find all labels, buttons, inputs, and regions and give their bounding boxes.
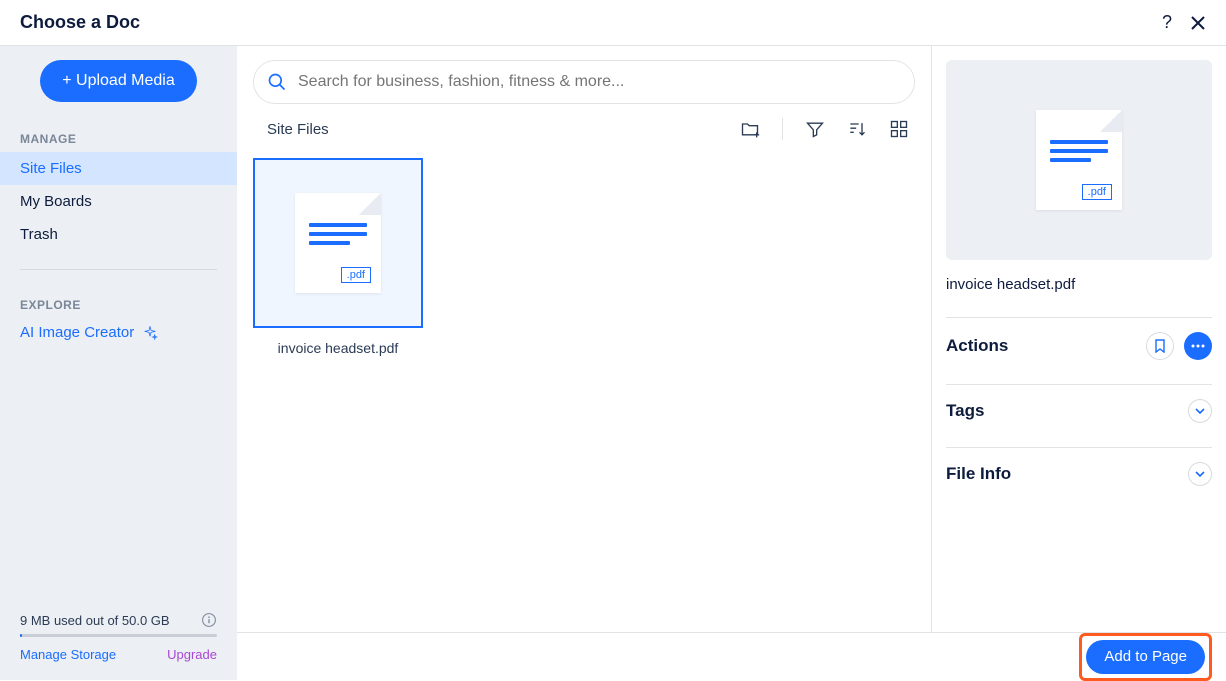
footer: Add to Page [237,632,1226,680]
fileinfo-expand-button[interactable] [1188,462,1212,486]
bookmark-icon [1154,339,1166,353]
sparkle-icon [142,325,158,341]
add-to-page-highlight: Add to Page [1079,633,1212,681]
chevron-down-icon [1195,471,1205,477]
fileinfo-section-title: File Info [946,464,1011,484]
toolbar-title: Site Files [267,121,329,138]
chevron-down-icon [1195,408,1205,414]
file-preview: .pdf [946,60,1212,260]
sidebar-divider [20,269,217,270]
close-icon[interactable] [1190,15,1206,31]
search-icon [267,72,287,92]
file-thumbnail[interactable]: .pdf [253,158,423,328]
more-actions-button[interactable] [1184,332,1212,360]
file-ext-badge: .pdf [1082,184,1112,200]
sidebar-item-site-files[interactable]: Site Files [0,152,237,185]
bookmark-button[interactable] [1146,332,1174,360]
pdf-document-icon: .pdf [1036,110,1122,210]
sidebar: + Upload Media MANAGE Site Files My Boar… [0,46,237,680]
grid-view-icon[interactable] [889,119,909,139]
file-tile[interactable]: .pdf invoice headset.pdf [253,158,423,356]
storage-section: 9 MB used out of 50.0 GB Manage Storage … [0,598,237,680]
ai-image-creator-link[interactable]: AI Image Creator [0,318,237,347]
add-folder-icon[interactable] [740,119,760,139]
actions-section-title: Actions [946,336,1008,356]
filter-icon[interactable] [805,119,825,139]
file-ext-badge: .pdf [341,267,371,283]
explore-section-label: EXPLORE [0,288,237,318]
manage-section-label: MANAGE [0,122,237,152]
dialog-title: Choose a Doc [20,12,140,33]
help-icon[interactable]: ? [1162,12,1172,33]
file-name-label: invoice headset.pdf [253,340,423,356]
upload-media-button[interactable]: + Upload Media [40,60,197,102]
tags-section-title: Tags [946,401,984,421]
pdf-document-icon: .pdf [295,193,381,293]
sort-icon[interactable] [847,119,867,139]
manage-storage-link[interactable]: Manage Storage [20,647,116,662]
search-input[interactable] [253,60,915,104]
sidebar-item-trash[interactable]: Trash [0,218,237,251]
tags-expand-button[interactable] [1188,399,1212,423]
info-icon[interactable] [201,612,217,628]
center-pane: Site Files .pdf invoice headset.pdf [237,46,932,680]
more-icon [1191,344,1205,348]
add-to-page-button[interactable]: Add to Page [1086,640,1205,674]
preview-filename: invoice headset.pdf [946,276,1212,293]
upgrade-link[interactable]: Upgrade [167,647,217,662]
details-pane: .pdf invoice headset.pdf Actions Tags [932,46,1226,680]
storage-bar [20,634,217,637]
sidebar-item-my-boards[interactable]: My Boards [0,185,237,218]
ai-image-creator-label: AI Image Creator [20,324,134,341]
storage-text: 9 MB used out of 50.0 GB [20,613,170,628]
toolbar-separator [782,118,783,140]
